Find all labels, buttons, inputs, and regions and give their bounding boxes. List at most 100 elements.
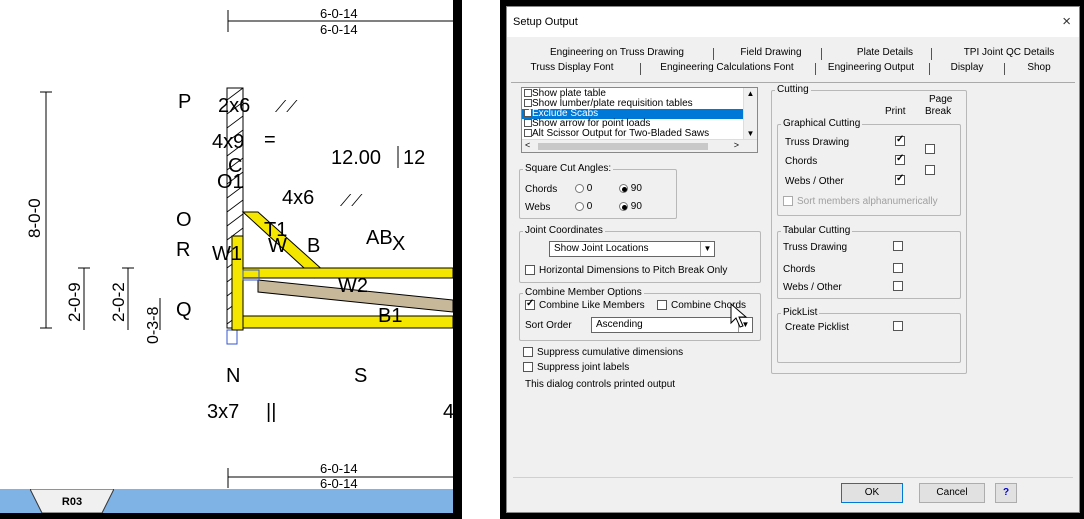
plate-cut-right: 4 [443,401,453,423]
list-item-checkbox[interactable] [524,129,532,138]
svg-text:⟋⟋: ⟋⟋ [275,99,298,116]
tabular-webs-print[interactable] [893,281,903,292]
list-item[interactable]: Alt Scissor Output for Two-Bladed Saws [522,129,744,139]
tab-tpi-joint-qc-details[interactable]: TPI Joint QC Details [943,47,1075,58]
tab-engineering-calculations-font[interactable]: Engineering Calculations Font [647,62,807,73]
suppress-joint-label: Suppress joint labels [537,362,630,373]
ok-button[interactable]: OK [841,483,903,503]
pitch-value: 12.00 [331,147,381,169]
close-icon[interactable]: × [1062,13,1071,30]
truss-drawing-panel: 6-0-14 6-0-14 6-0-14 6-0-14 8-0-0 2-0-9 … [0,0,462,519]
list-item-checkbox[interactable] [524,119,532,128]
create-picklist-checkbox[interactable] [893,321,903,332]
help-button[interactable]: ? [995,483,1017,503]
tabular-truss-drawing-print[interactable] [893,241,903,252]
joint-coords-title: Joint Coordinates [523,225,605,236]
pitch-right: 12 [403,147,425,169]
suppress-joint-checkbox[interactable] [523,362,533,373]
create-picklist-label: Create Picklist [785,322,849,333]
label-Q: Q [176,299,192,321]
sort-members-checkbox[interactable] [783,196,793,207]
dim-c: 0-3-8 [145,307,162,344]
label-W1: W1 [212,243,242,265]
cancel-button[interactable]: Cancel [919,483,985,503]
dim-bottom-2: 6-0-14 [320,476,358,489]
tab-engineering-on-truss-drawing[interactable]: Engineering on Truss Drawing [537,47,697,58]
graphical-chords-print[interactable] [895,153,905,166]
square-cut-chords-label: Chords [525,184,558,195]
graphical-chords-label: Chords [785,156,818,167]
tab-row-front: Truss Display Font Engineering Calculati… [507,62,1081,77]
tab-plate-details[interactable]: Plate Details [835,47,935,58]
combine-like-label: Combine Like Members [539,300,645,311]
plate-2x6: 2x6 [218,95,250,117]
dim-a: 2-0-9 [65,282,84,322]
square-cut-webs-label: Webs [525,202,551,213]
list-item-checkbox[interactable] [524,107,533,118]
mouse-cursor-icon [730,303,748,328]
radio-webs-0[interactable]: 0 [575,201,592,212]
chevron-down-icon: ▼ [700,242,714,256]
graphical-cutting-title: Graphical Cutting [781,118,863,129]
member-b1 [242,315,453,329]
tab-row-back: Engineering on Truss Drawing Field Drawi… [507,47,1081,62]
col-print: Print [885,106,906,117]
tab-engineering-output[interactable]: Engineering Output [821,62,921,73]
tabular-chords-label: Chords [783,264,816,275]
label-S: S [354,365,367,387]
tab-shop[interactable]: Shop [1011,62,1067,73]
dim-b: 2-0-2 [109,282,128,322]
sort-members-label: Sort members alphanumerically [797,196,938,207]
tab-field-drawing[interactable]: Field Drawing [721,47,821,58]
joint-coords-select[interactable]: Show Joint Locations ▼ [549,241,715,257]
radio-webs-90[interactable]: 90 [619,201,642,212]
horizontal-dims-checkbox[interactable] [525,265,535,276]
horizontal-dims-label: Horizontal Dimensions to Pitch Break Onl… [539,265,728,276]
label-O1: O1 [217,171,244,193]
graphical-webs-print[interactable] [895,173,905,186]
listbox-vscroll[interactable]: ▲ ▼ [743,88,757,140]
plate-4x9-mark: = [264,129,276,151]
label-AB: AB [366,227,393,249]
svg-text:⟋⟋: ⟋⟋ [340,193,363,210]
sort-order-label: Sort Order [525,320,572,331]
tabular-chords-print[interactable] [893,263,903,274]
cutting-title: Cutting [775,84,811,95]
tab-truss-display-font[interactable]: Truss Display Font [517,62,627,73]
suppress-cum-checkbox[interactable] [523,347,533,358]
plate-3x7-mark: || [266,401,276,423]
dim-top-1: 6-0-14 [320,6,358,21]
dim-height: 8-0-0 [25,198,44,238]
listbox-hscroll[interactable]: < > [522,139,757,152]
label-W: W [268,235,287,257]
tabular-cutting-title: Tabular Cutting [781,225,853,236]
label-B1: B1 [378,305,402,327]
col-break: Break [925,106,952,117]
graphical-webs-page[interactable] [925,165,935,176]
tab-display[interactable]: Display [937,62,997,73]
list-item-checkbox[interactable] [524,89,532,98]
options-listbox[interactable]: Show plate table Show lumber/plate requis… [521,87,758,153]
dialog-title: Setup Output [513,16,578,28]
label-W2: W2 [338,275,368,297]
dialog-titlebar: Setup Output × [507,7,1079,37]
help-text: This dialog controls printed output [525,379,676,390]
dim-bottom-1: 6-0-14 [320,461,358,476]
graphical-truss-drawing-print[interactable] [895,134,905,147]
col-page: Page [929,94,953,105]
graphical-chords-page[interactable] [925,144,935,155]
radio-chords-90[interactable]: 90 [619,183,642,194]
combine-chords-checkbox[interactable] [657,300,667,311]
sheet-tab-r03[interactable]: R03 [40,489,104,513]
combine-like-checkbox[interactable] [525,298,535,311]
setup-output-dialog: Setup Output × Engineering on Truss Draw… [506,6,1080,513]
truss-drawing-canvas: 6-0-14 6-0-14 6-0-14 6-0-14 8-0-0 2-0-9 … [25,6,453,489]
plate-4x9: 4x9 [212,131,244,153]
dim-top-2: 6-0-14 [320,22,358,37]
square-cut-title: Square Cut Angles: [523,163,614,174]
label-R: R [176,239,190,261]
tabular-webs-label: Webs / Other [783,282,842,293]
radio-chords-0[interactable]: 0 [575,183,592,194]
label-N: N [226,365,240,387]
label-B: B [307,235,320,257]
